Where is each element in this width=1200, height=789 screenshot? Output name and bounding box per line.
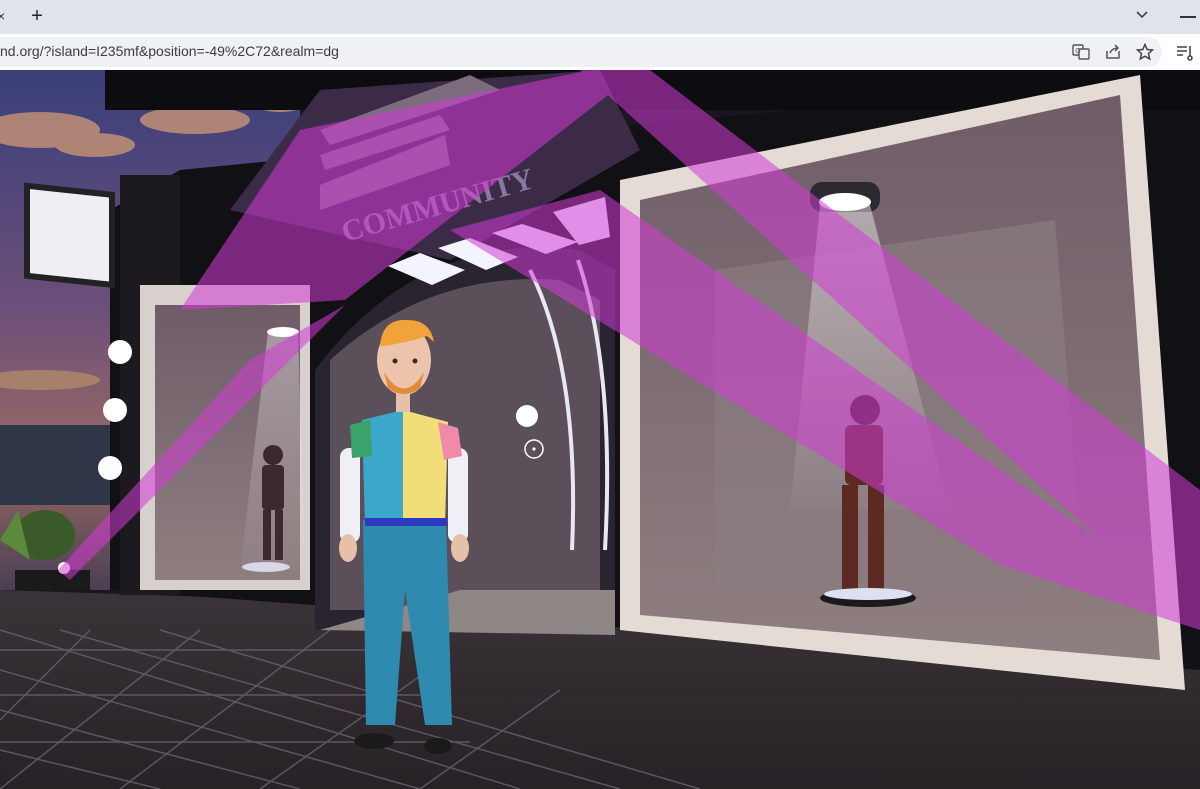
new-tab-button[interactable]: + bbox=[26, 4, 48, 28]
svg-text:G: G bbox=[1075, 48, 1080, 55]
wall-logo-sign bbox=[24, 182, 115, 289]
tab-close-icon[interactable]: × bbox=[0, 8, 5, 24]
scene-canvas[interactable]: COMMUNITY bbox=[0, 70, 1200, 789]
share-icon[interactable] bbox=[1104, 43, 1122, 61]
browser-toolbar: nd.org/?island=I235mf&position=-49%2C72&… bbox=[0, 34, 1200, 70]
url-text[interactable]: nd.org/?island=I235mf&position=-49%2C72&… bbox=[0, 43, 339, 59]
bookmark-star-icon[interactable] bbox=[1136, 43, 1154, 61]
game-viewport[interactable]: COMMUNITY bbox=[0, 70, 1200, 789]
tab-search-icon[interactable] bbox=[1134, 7, 1150, 23]
translate-icon[interactable]: G bbox=[1072, 43, 1090, 61]
tab-strip: × + bbox=[0, 0, 1200, 34]
address-bar[interactable]: nd.org/?island=I235mf&position=-49%2C72&… bbox=[0, 37, 1162, 67]
minimize-icon[interactable] bbox=[1180, 16, 1196, 18]
left-pedestal bbox=[242, 562, 290, 572]
reading-list-icon[interactable] bbox=[1176, 43, 1194, 61]
